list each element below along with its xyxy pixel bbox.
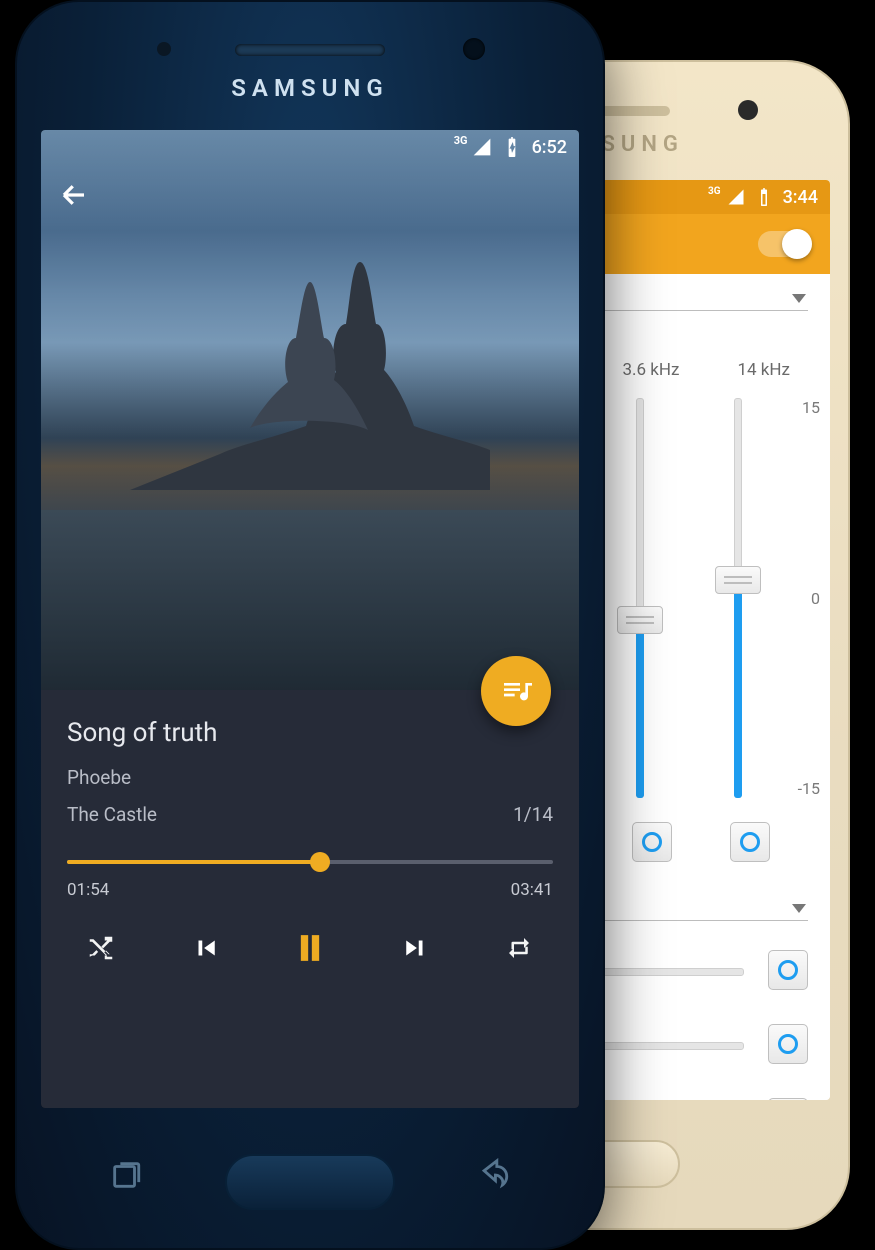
status-time-back: 3:44	[783, 187, 818, 208]
speaker-grill	[235, 44, 385, 56]
previous-button[interactable]	[182, 924, 230, 972]
repeat-icon	[504, 933, 534, 963]
eq-effect-reset-1[interactable]	[768, 1024, 808, 1064]
song-artist: Phoebe	[67, 766, 553, 789]
time-elapsed: 01:54	[67, 880, 109, 900]
playback-controls	[67, 924, 553, 980]
screen-front: 3G 6:52	[41, 130, 579, 1108]
seek-bar[interactable]	[67, 852, 553, 872]
eq-scale-min: -15	[798, 779, 820, 798]
hardware-home-button-front[interactable]	[225, 1154, 395, 1210]
signal-icon	[472, 137, 492, 157]
phone-front-shell: SAMSUNG 3G 6:52	[15, 0, 605, 1250]
eq-effect-reset-2[interactable]	[768, 1098, 808, 1100]
front-camera	[463, 38, 485, 60]
shuffle-button[interactable]	[77, 924, 125, 972]
dropdown-caret-icon[interactable]	[792, 294, 806, 303]
eq-scale-max: 15	[798, 398, 820, 417]
back-icon	[477, 1158, 511, 1192]
play-pause-button[interactable]	[286, 924, 334, 972]
album-art: 3G 6:52	[41, 130, 579, 690]
time-duration: 03:41	[511, 880, 553, 900]
eq-band-slider-0[interactable]	[610, 398, 670, 798]
eq-band-reset-1[interactable]	[730, 822, 770, 862]
skip-next-icon	[400, 933, 430, 963]
eq-band-reset-0[interactable]	[632, 822, 672, 862]
battery-icon	[755, 188, 773, 206]
brand-label-front: SAMSUNG	[17, 74, 603, 102]
next-button[interactable]	[391, 924, 439, 972]
song-track-index: 1/14	[513, 803, 553, 826]
hardware-back-button[interactable]	[477, 1158, 511, 1196]
eq-band-label-0: 3.6 kHz	[622, 360, 679, 380]
playlist-music-icon	[500, 675, 532, 707]
playlist-fab[interactable]	[481, 656, 551, 726]
eq-scale: 15 0 -15	[798, 398, 820, 798]
proximity-sensor	[157, 42, 171, 56]
status-time-front: 6:52	[532, 137, 567, 158]
eq-band-label-1: 14 kHz	[737, 360, 790, 380]
skip-previous-icon	[191, 933, 221, 963]
shuffle-icon	[86, 933, 116, 963]
hardware-recent-button[interactable]	[109, 1158, 143, 1196]
recent-apps-icon	[109, 1158, 143, 1192]
battery-charging-icon	[502, 137, 522, 157]
eq-band-slider-1[interactable]	[708, 398, 768, 798]
arrow-left-icon	[59, 180, 89, 210]
song-album: The Castle	[67, 803, 157, 826]
eq-effect-reset-0[interactable]	[768, 950, 808, 990]
eq-band-labels: 3.6 kHz 14 kHz	[622, 360, 790, 380]
back-button[interactable]	[59, 180, 89, 214]
eq-enable-switch[interactable]	[758, 231, 812, 257]
pause-icon	[288, 926, 332, 970]
now-playing-panel: Song of truth Phoebe The Castle 1/14 01:…	[41, 690, 579, 1108]
network-label-back: 3G	[708, 186, 721, 197]
status-bar-front: 3G 6:52	[41, 130, 579, 164]
repeat-button[interactable]	[495, 924, 543, 972]
music-player-app: 3G 6:52	[41, 130, 579, 1108]
network-label-front: 3G	[454, 136, 468, 146]
eq-scale-mid: 0	[798, 589, 820, 608]
front-camera	[738, 100, 758, 120]
song-title: Song of truth	[67, 718, 553, 748]
dropdown-caret-icon-2[interactable]	[792, 904, 806, 913]
album-art-graphic	[130, 260, 490, 490]
signal-icon	[727, 188, 745, 206]
